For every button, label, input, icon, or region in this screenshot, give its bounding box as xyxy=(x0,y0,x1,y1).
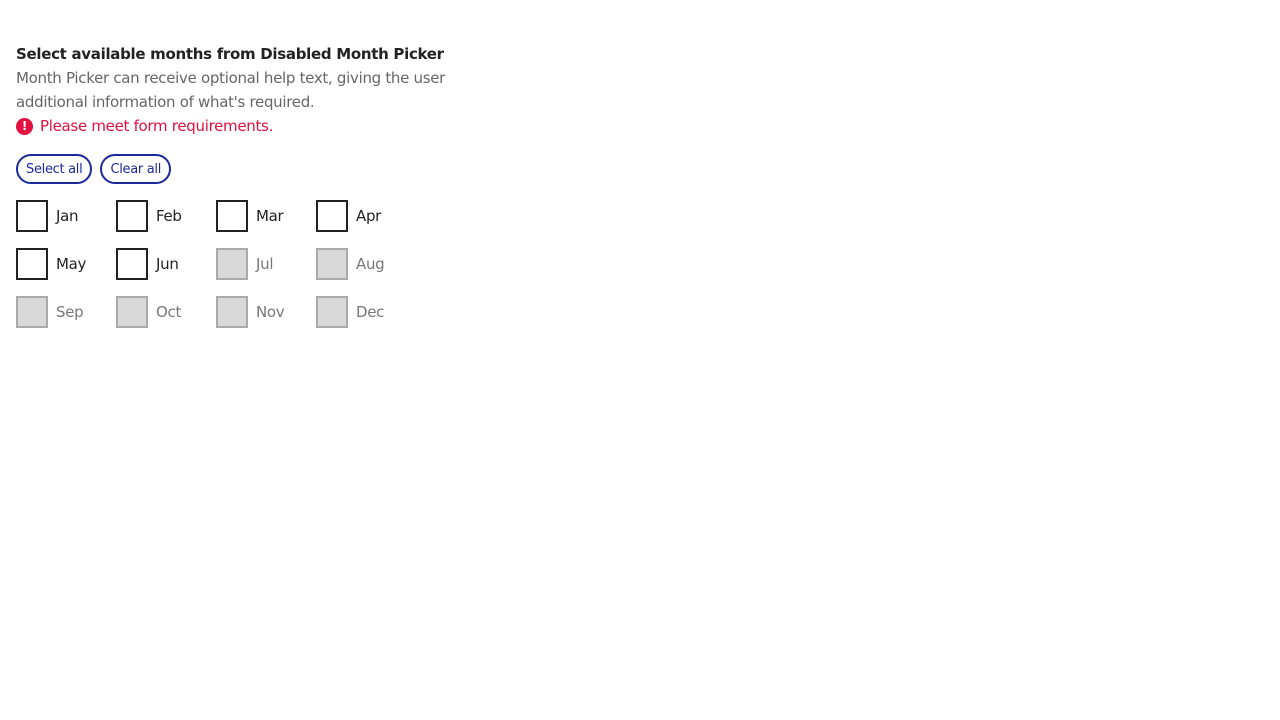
month-option-jun[interactable]: Jun xyxy=(116,248,216,280)
error-icon: ! xyxy=(16,117,33,135)
month-option-jul: Jul xyxy=(216,248,316,280)
checkbox[interactable] xyxy=(316,200,348,232)
month-label: Feb xyxy=(156,207,182,225)
month-option-apr[interactable]: Apr xyxy=(316,200,416,232)
month-picker: Select available months from Disabled Mo… xyxy=(16,42,466,328)
month-option-oct: Oct xyxy=(116,296,216,328)
checkbox xyxy=(116,296,148,328)
month-label: Aug xyxy=(356,255,385,273)
checkbox[interactable] xyxy=(16,200,48,232)
clear-all-button[interactable]: Clear all xyxy=(100,154,172,184)
checkbox xyxy=(316,296,348,328)
month-label: Oct xyxy=(156,303,182,321)
checkbox[interactable] xyxy=(216,200,248,232)
checkbox[interactable] xyxy=(116,248,148,280)
checkbox xyxy=(216,296,248,328)
month-label: Jul xyxy=(256,255,274,273)
month-label: Nov xyxy=(256,303,285,321)
month-option-dec: Dec xyxy=(316,296,416,328)
month-label: May xyxy=(56,255,87,273)
month-label: Apr xyxy=(356,207,382,225)
month-grid: Jan Feb Mar Apr May Jun Jul Aug Sep Oct Nov Dec xyxy=(16,200,466,328)
month-option-feb[interactable]: Feb xyxy=(116,200,216,232)
month-label: Jan xyxy=(56,207,79,225)
checkbox xyxy=(216,248,248,280)
month-label: Jun xyxy=(156,255,179,273)
field-label: Select available months from Disabled Mo… xyxy=(16,45,444,63)
checkbox[interactable] xyxy=(116,200,148,232)
checkbox[interactable] xyxy=(16,248,48,280)
month-label: Sep xyxy=(56,303,84,321)
month-label: Mar xyxy=(256,207,284,225)
error-text: Please meet form requirements. xyxy=(40,117,274,135)
month-option-mar[interactable]: Mar xyxy=(216,200,316,232)
error-message: ! Please meet form requirements. xyxy=(16,114,466,138)
month-option-jan[interactable]: Jan xyxy=(16,200,116,232)
month-option-nov: Nov xyxy=(216,296,316,328)
help-text: Month Picker can receive optional help t… xyxy=(16,69,446,111)
month-label: Dec xyxy=(356,303,385,321)
select-all-button[interactable]: Select all xyxy=(16,154,93,184)
month-option-may[interactable]: May xyxy=(16,248,116,280)
checkbox xyxy=(316,248,348,280)
month-option-aug: Aug xyxy=(316,248,416,280)
month-option-sep: Sep xyxy=(16,296,116,328)
checkbox xyxy=(16,296,48,328)
